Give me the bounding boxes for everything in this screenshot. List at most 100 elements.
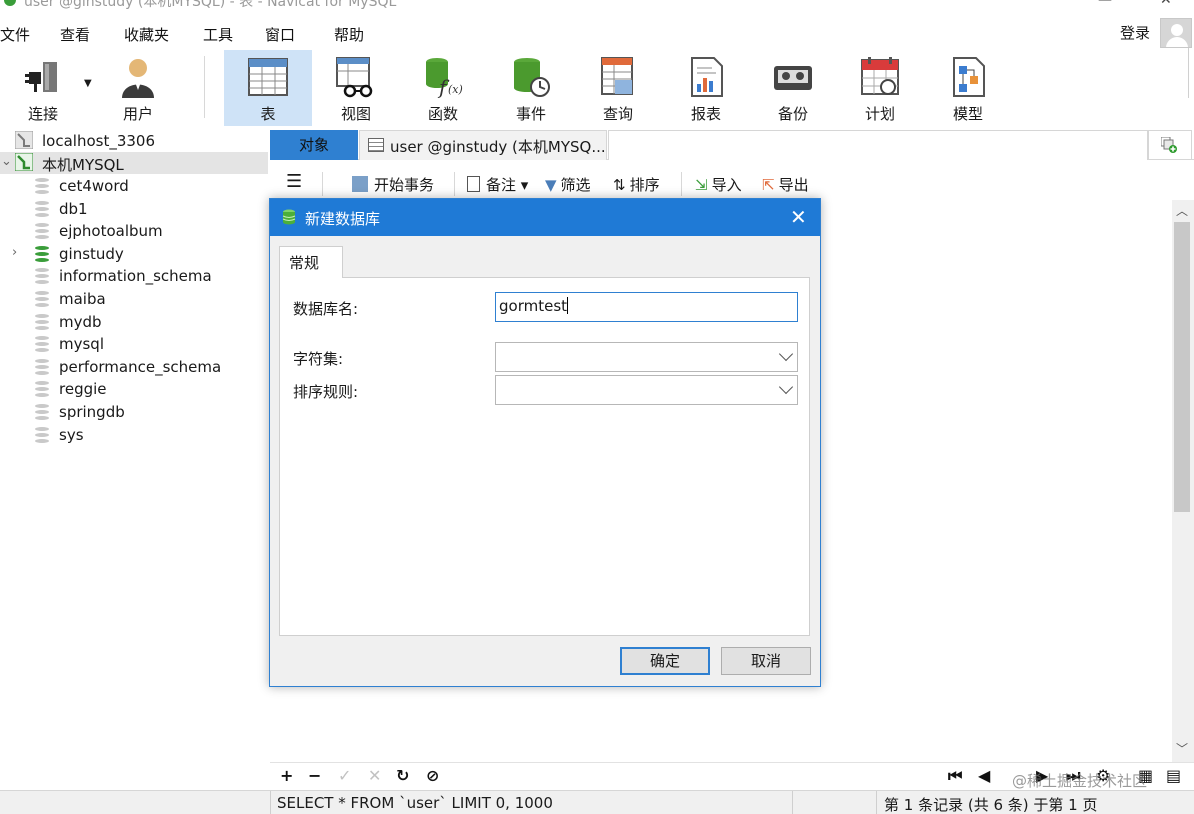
- button-label: 筛选: [560, 176, 591, 194]
- tree-connection-localhost[interactable]: localhost_3306: [0, 130, 268, 152]
- discard-icon[interactable]: ✕: [368, 766, 381, 785]
- menu-help[interactable]: 帮助: [334, 24, 364, 45]
- database-icon: [282, 209, 296, 225]
- menu-favorites[interactable]: 收藏夹: [124, 24, 169, 45]
- toolbar-report-button[interactable]: 报表: [667, 50, 745, 126]
- menu-bar: 文件 查看 收藏夹 工具 窗口 帮助: [0, 18, 1194, 46]
- tree-label: ginstudy: [59, 245, 124, 263]
- db-name-input[interactable]: gormtest: [495, 292, 798, 322]
- apply-icon[interactable]: ✓: [338, 766, 351, 785]
- tree-label: cet4word: [59, 177, 129, 195]
- toolbar-label: 报表: [690, 105, 721, 123]
- scrollbar-thumb[interactable]: [1174, 222, 1190, 512]
- menu-tools[interactable]: 工具: [203, 24, 233, 45]
- toolbar-model-button[interactable]: 模型: [929, 50, 1007, 126]
- tree-database-item[interactable]: db1: [0, 198, 268, 220]
- tree-connection-local-mysql[interactable]: ⌄ 本机MYSQL: [0, 152, 268, 174]
- main-toolbar: ▼ 连接 用户 表 视图 f (x) 函数 事件 查询 报表 备份 计划 模型: [0, 48, 1194, 128]
- vertical-scrollbar[interactable]: ︿ ﹀: [1172, 200, 1194, 762]
- user-icon: [122, 59, 154, 98]
- begin-transaction-button[interactable]: 开始事务: [352, 174, 434, 195]
- button-label: 导入: [711, 176, 742, 194]
- plug-icon: [25, 62, 57, 92]
- new-tab-button[interactable]: [1148, 130, 1192, 160]
- model-icon: [953, 57, 985, 97]
- first-page-icon[interactable]: ⏮: [948, 766, 962, 786]
- toolbar-event-button[interactable]: 事件: [492, 50, 570, 126]
- button-label: 导出: [778, 176, 809, 194]
- prev-page-icon[interactable]: ◀: [978, 766, 990, 785]
- dialog-title: 新建数据库: [305, 210, 381, 228]
- toolbar-view-button[interactable]: 视图: [317, 50, 395, 126]
- tree-database-item[interactable]: maiba: [0, 288, 268, 310]
- avatar[interactable]: [1160, 18, 1192, 48]
- tab-objects[interactable]: 对象: [270, 130, 358, 160]
- tree-database-item[interactable]: cet4word: [0, 175, 268, 197]
- chevron-down-icon[interactable]: ⌄: [1, 154, 12, 169]
- import-icon: ⇲: [695, 176, 708, 194]
- menu-view[interactable]: 查看: [60, 24, 90, 45]
- delete-record-icon[interactable]: −: [308, 766, 321, 785]
- toolbar-table-button[interactable]: 表: [224, 50, 312, 126]
- scroll-down-icon[interactable]: ﹀: [1176, 740, 1188, 757]
- tab-user-table[interactable]: user @ginstudy (本机MYSQ...: [359, 130, 607, 160]
- database-icon: [35, 268, 49, 284]
- tree-database-item[interactable]: › ginstudy: [0, 243, 268, 265]
- toolbar-query-button[interactable]: 查询: [579, 50, 657, 126]
- toolbar-function-button[interactable]: f (x) 函数: [404, 50, 482, 126]
- close-icon[interactable]: ✕: [790, 205, 807, 229]
- sort-button[interactable]: ⇅ 排序: [613, 174, 660, 195]
- database-icon: [35, 359, 49, 375]
- toolbar-schedule-button[interactable]: 计划: [841, 50, 919, 126]
- minimize-icon[interactable]: —: [1098, 0, 1112, 8]
- schedule-icon: [861, 57, 899, 95]
- chevron-right-icon[interactable]: ›: [12, 245, 17, 260]
- transaction-icon: [352, 176, 368, 192]
- tree-database-item[interactable]: springdb: [0, 401, 268, 423]
- tree-database-item[interactable]: mysql: [0, 333, 268, 355]
- login-link[interactable]: 登录: [1120, 22, 1150, 43]
- form-view-icon[interactable]: ▤: [1166, 766, 1181, 785]
- tab-general[interactable]: 常规: [279, 246, 343, 278]
- note-button[interactable]: 备注 ▾: [467, 174, 528, 195]
- filter-button[interactable]: ▼ 筛选: [545, 174, 591, 195]
- dialog-title-bar[interactable]: 新建数据库 ✕: [270, 199, 820, 236]
- scroll-up-icon[interactable]: ︿: [1176, 202, 1188, 219]
- report-icon: [691, 57, 723, 97]
- menu-file[interactable]: 文件: [0, 24, 30, 45]
- table-icon: [248, 58, 288, 96]
- charset-select[interactable]: [495, 342, 798, 372]
- ok-button[interactable]: 确定: [620, 647, 710, 675]
- chevron-down-icon: [778, 379, 794, 395]
- toolbar-backup-button[interactable]: 备份: [754, 50, 832, 126]
- close-icon[interactable]: ✕: [1160, 0, 1172, 8]
- chevron-down-icon: [778, 346, 794, 362]
- menu-icon[interactable]: ☰: [286, 171, 302, 192]
- collation-label: 排序规则:: [293, 383, 359, 401]
- button-label: 备注: [486, 176, 517, 194]
- tree-database-item[interactable]: ejphotoalbum: [0, 220, 268, 242]
- export-button[interactable]: ⇱ 导出: [762, 174, 809, 195]
- stop-icon[interactable]: ⊘: [426, 766, 439, 785]
- note-icon: [467, 176, 480, 192]
- connection-icon: [15, 131, 33, 149]
- menu-window[interactable]: 窗口: [265, 24, 295, 45]
- tree-database-item[interactable]: reggie: [0, 378, 268, 400]
- toolbar-user-button[interactable]: 用户: [99, 50, 177, 126]
- database-icon: [35, 201, 49, 217]
- tab-bar: 对象 user @ginstudy (本机MYSQ...: [270, 130, 1194, 160]
- refresh-icon[interactable]: ↻: [396, 766, 409, 785]
- tree-database-item[interactable]: sys: [0, 424, 268, 446]
- cancel-button[interactable]: 取消: [721, 647, 811, 675]
- add-record-icon[interactable]: +: [280, 766, 293, 785]
- collation-select[interactable]: [495, 375, 798, 405]
- toolbar-connect-button[interactable]: ▼ 连接: [4, 50, 92, 126]
- tree-database-item[interactable]: mydb: [0, 311, 268, 333]
- tree-database-item[interactable]: information_schema: [0, 265, 268, 287]
- database-icon: [35, 381, 49, 397]
- connection-icon: [15, 153, 33, 171]
- tree-label: 本机MYSQL: [42, 156, 124, 174]
- tree-database-item[interactable]: performance_schema: [0, 356, 268, 378]
- import-button[interactable]: ⇲ 导入: [695, 174, 742, 195]
- table-toolbar: ☰ 开始事务 备注 ▾ ▼ 筛选 ⇅ 排序 ⇲ 导入 ⇱ 导出: [270, 166, 1194, 200]
